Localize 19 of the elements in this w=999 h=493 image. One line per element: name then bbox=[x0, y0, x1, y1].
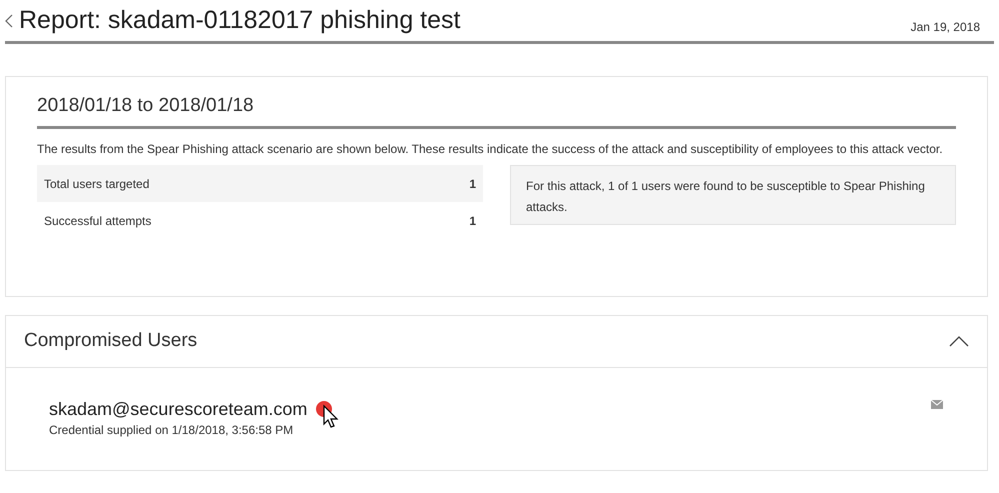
stat-label: Total users targeted bbox=[44, 176, 150, 192]
report-date: Jan 19, 2018 bbox=[910, 19, 980, 36]
user-email: skadam@securescoreteam.com bbox=[49, 398, 308, 420]
result-note: For this attack, 1 of 1 users were found to be susceptible to Spear Phishing attacks. bbox=[510, 165, 956, 225]
panel-title: Compromised Users bbox=[24, 329, 198, 354]
page-title: Report: skadam-01182017 phishing test bbox=[19, 5, 460, 36]
email-button[interactable] bbox=[931, 400, 943, 409]
back-button[interactable] bbox=[5, 14, 13, 28]
stat-value: 1 bbox=[469, 176, 476, 192]
mail-icon bbox=[931, 400, 943, 409]
stat-value: 1 bbox=[469, 212, 476, 230]
chevron-up-icon bbox=[949, 336, 969, 347]
credential-detail: Credential supplied on 1/18/2018, 3:56:58 PM bbox=[49, 422, 294, 439]
stat-label: Successful attempts bbox=[44, 212, 152, 230]
collapse-button[interactable] bbox=[949, 336, 969, 347]
date-range: 2018/01/18 to 2018/01/18 bbox=[37, 94, 956, 129]
back-icon bbox=[5, 14, 13, 28]
cursor-icon bbox=[315, 400, 340, 430]
description: The results from the Spear Phishing attack scenario are shown below. These results indicate the success of the attack and susceptibility of employees to this attack vector. bbox=[37, 141, 944, 158]
